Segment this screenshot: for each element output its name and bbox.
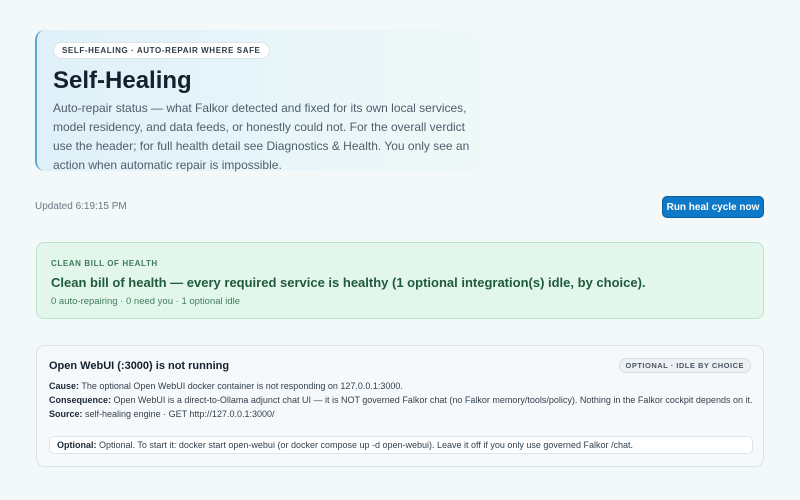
page-header: SELF-HEALING · AUTO-REPAIR WHERE SAFE Se… — [35, 30, 480, 172]
page-description: Auto-repair status — what Falkor detecte… — [53, 101, 470, 172]
section-eyebrow-pill: SELF-HEALING · AUTO-REPAIR WHERE SAFE — [53, 42, 270, 59]
optional-text: Optional. To start it: docker start open… — [99, 440, 633, 450]
source-label: Source: — [49, 409, 83, 419]
issue-consequence: Consequence: Open WebUI is a direct-to-O… — [49, 394, 754, 406]
consequence-label: Consequence: — [49, 395, 112, 405]
issue-source: Source: self-healing engine · GET http:/… — [49, 408, 754, 420]
issue-cause: Cause: The optional Open WebUI docker co… — [49, 380, 754, 392]
status-badge: OPTIONAL · IDLE BY CHOICE — [618, 358, 751, 373]
source-text: self-healing engine · GET http://127.0.0… — [85, 409, 275, 419]
health-summary-eyebrow: CLEAN BILL OF HEALTH — [51, 259, 158, 268]
health-summary-counts: 0 auto-repairing · 0 need you · 1 option… — [51, 296, 241, 307]
issue-title: Open WebUI (:3000) is not running — [49, 360, 230, 372]
cause-label: Cause: — [49, 381, 80, 391]
issue-details: Cause: The optional Open WebUI docker co… — [49, 380, 754, 422]
updated-timestamp: Updated 6:19:15 PM — [35, 201, 127, 212]
health-summary-card: CLEAN BILL OF HEALTH Clean bill of healt… — [36, 242, 764, 319]
health-summary-title: Clean bill of health — every required se… — [51, 275, 646, 290]
issue-card: Open WebUI (:3000) is not running OPTION… — [36, 345, 764, 467]
optional-action-box: Optional: Optional. To start it: docker … — [49, 436, 753, 454]
run-heal-cycle-button[interactable]: Run heal cycle now — [662, 196, 764, 218]
cause-text: The optional Open WebUI docker container… — [81, 381, 403, 391]
page-title: Self-Healing — [53, 67, 192, 94]
optional-label: Optional: — [57, 440, 97, 450]
consequence-text: Open WebUI is a direct-to-Ollama adjunct… — [113, 395, 753, 405]
